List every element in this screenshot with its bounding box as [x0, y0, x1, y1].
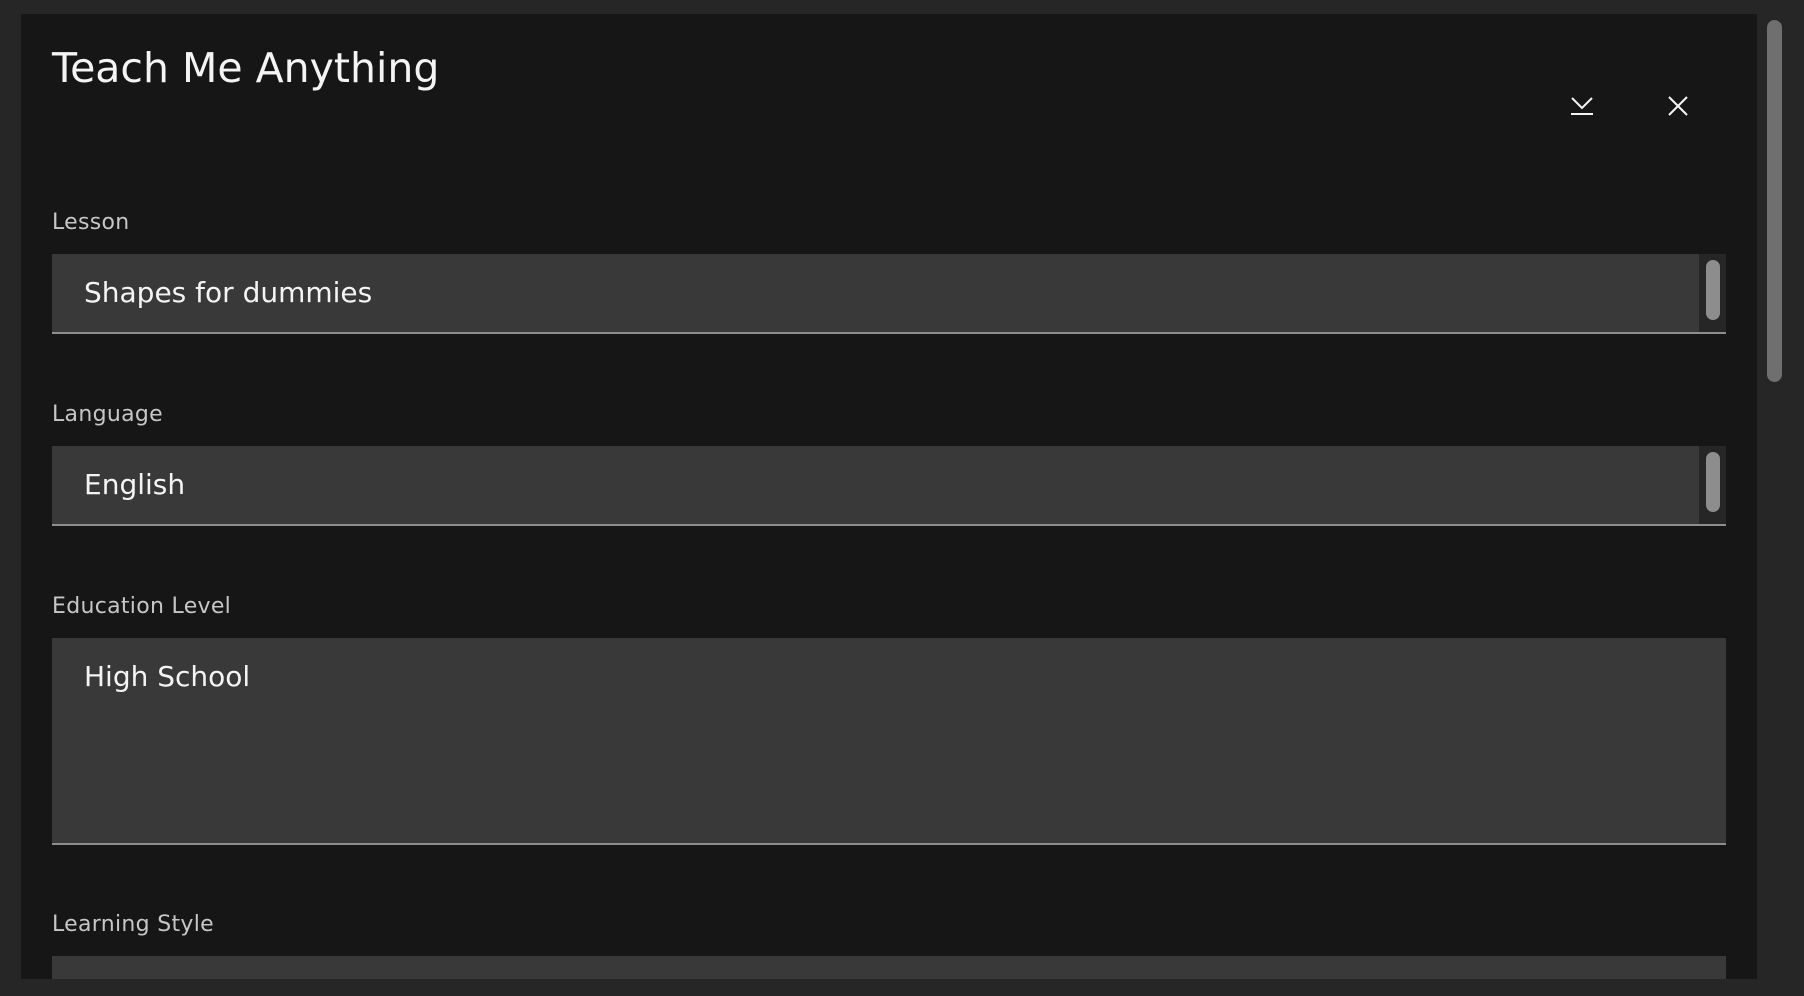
language-field-scroll-thumb[interactable]: [1706, 452, 1720, 512]
collapse-button[interactable]: [1558, 84, 1606, 132]
language-field-scrollbar[interactable]: [1699, 446, 1726, 524]
lesson-field-scroll-thumb[interactable]: [1706, 260, 1720, 320]
close-icon: [1666, 94, 1690, 122]
close-button[interactable]: [1654, 84, 1702, 132]
language-label: Language: [52, 402, 163, 427]
dialog-scroll-thumb[interactable]: [1767, 20, 1782, 382]
education-level-value: High School: [84, 660, 251, 693]
dialog-scrollbar[interactable]: [1758, 14, 1792, 979]
lesson-value: Shapes for dummies: [84, 276, 373, 309]
lesson-label: Lesson: [52, 210, 130, 235]
dialog-title: Teach Me Anything: [52, 44, 440, 92]
language-value: English: [84, 468, 186, 501]
education-level-field[interactable]: High School: [52, 638, 1726, 845]
language-field[interactable]: English: [52, 446, 1726, 526]
collapse-download-icon: [1569, 95, 1595, 121]
lesson-field-scrollbar[interactable]: [1699, 254, 1726, 332]
teach-me-dialog: Teach Me Anything Lesson Shapes for dumm…: [21, 14, 1757, 979]
learning-style-field[interactable]: [52, 956, 1726, 979]
lesson-field[interactable]: Shapes for dummies: [52, 254, 1726, 334]
learning-style-label: Learning Style: [52, 912, 214, 937]
education-level-label: Education Level: [52, 594, 232, 619]
